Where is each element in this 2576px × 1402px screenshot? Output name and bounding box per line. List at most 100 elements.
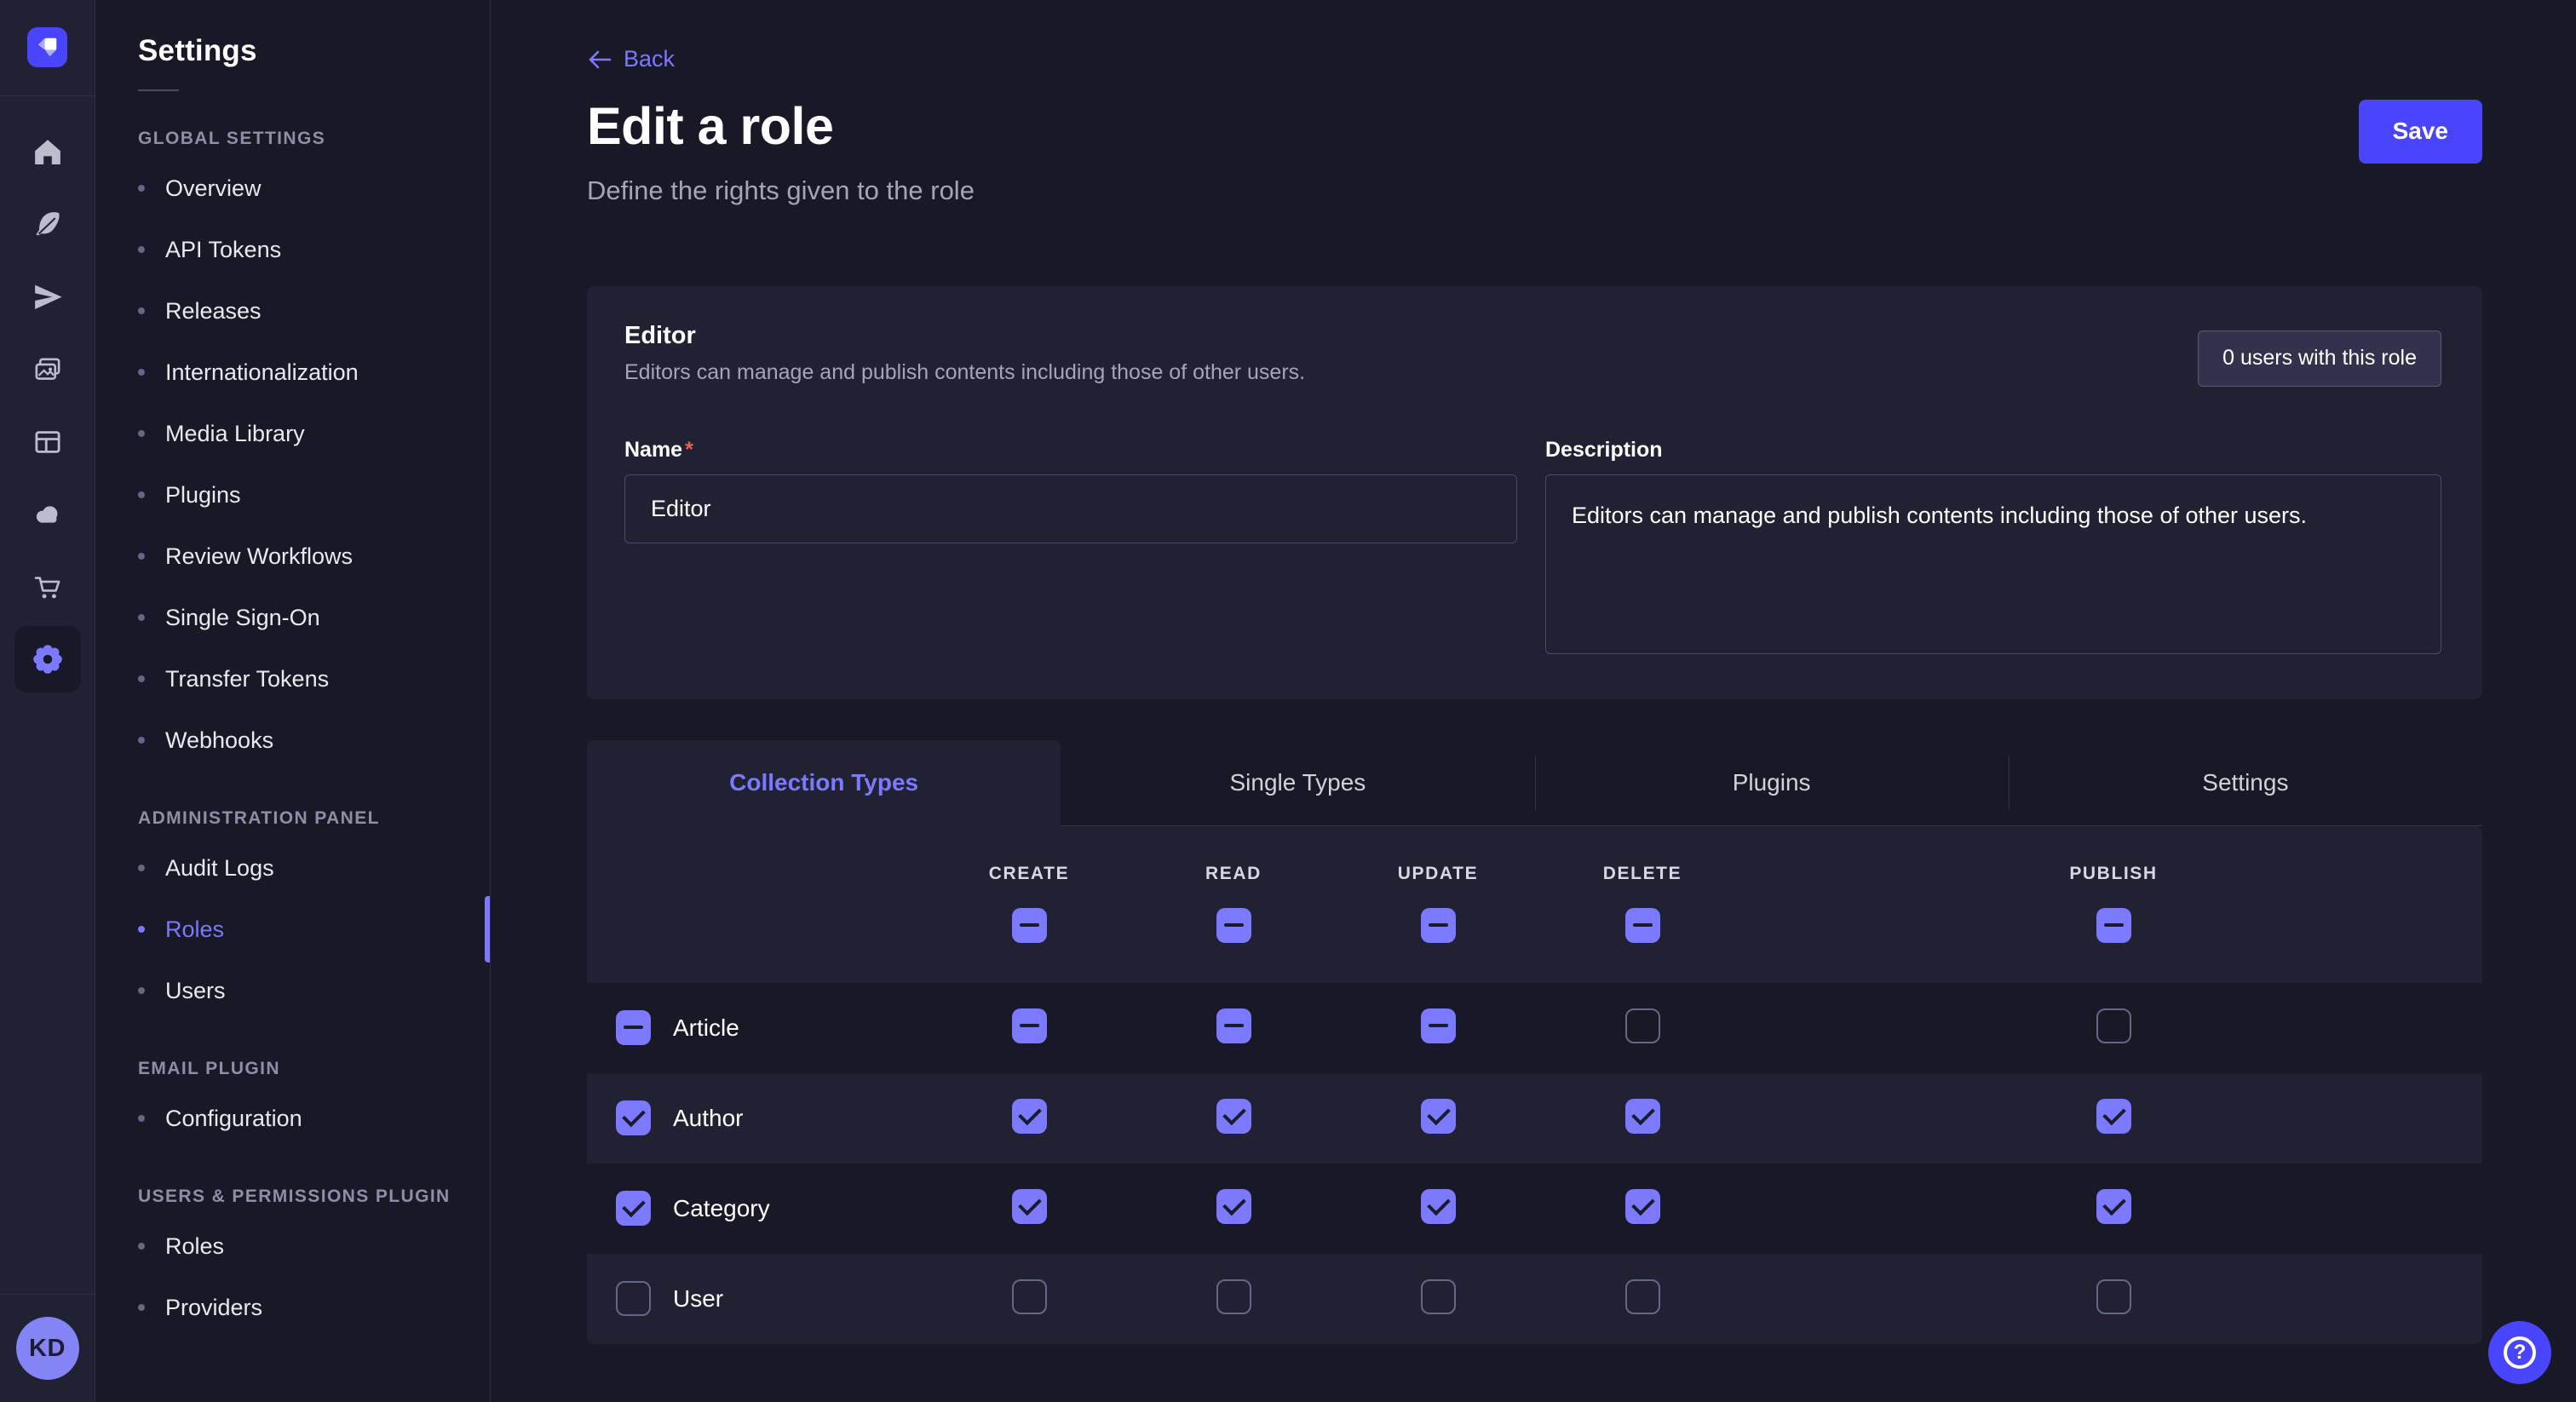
section-label-administration-panel: ADMINISTRATION PANEL bbox=[138, 808, 490, 829]
rail-item-content[interactable] bbox=[27, 204, 68, 245]
category-publish-checkbox[interactable] bbox=[2096, 1189, 2131, 1224]
bullet-icon bbox=[138, 737, 145, 744]
author-publish-checkbox[interactable] bbox=[2096, 1099, 2131, 1134]
select-all-create-checkbox[interactable] bbox=[1012, 908, 1047, 943]
article-publish-checkbox[interactable] bbox=[2096, 1008, 2131, 1043]
rail-item-release[interactable] bbox=[27, 277, 68, 318]
icon-rail: KD bbox=[0, 0, 95, 1402]
rail-item-settings[interactable] bbox=[14, 626, 81, 692]
permission-row-author: Author bbox=[587, 1073, 2482, 1164]
strapi-logo[interactable] bbox=[27, 27, 67, 67]
settings-sidebar: Settings GLOBAL SETTINGS Overview API To… bbox=[95, 0, 491, 1402]
title-underline bbox=[138, 89, 179, 91]
bullet-icon bbox=[138, 675, 145, 682]
sidebar-item-up-providers[interactable]: Providers bbox=[138, 1277, 490, 1338]
sidebar-item-review-workflows[interactable]: Review Workflows bbox=[138, 526, 490, 587]
row-checkbox-article[interactable] bbox=[616, 1010, 651, 1045]
sidebar-item-admin-users[interactable]: Users bbox=[138, 960, 490, 1021]
select-all-update-checkbox[interactable] bbox=[1421, 908, 1456, 943]
section-label-global-settings: GLOBAL SETTINGS bbox=[138, 129, 490, 149]
name-input[interactable] bbox=[624, 474, 1517, 543]
description-textarea[interactable]: Editors can manage and publish contents … bbox=[1545, 474, 2441, 654]
sidebar-item-plugins[interactable]: Plugins bbox=[138, 464, 490, 526]
category-read-checkbox[interactable] bbox=[1216, 1189, 1251, 1224]
section-label-users-permissions-plugin: USERS & PERMISSIONS PLUGIN bbox=[138, 1187, 490, 1207]
article-delete-checkbox[interactable] bbox=[1625, 1008, 1660, 1043]
user-read-checkbox[interactable] bbox=[1216, 1279, 1251, 1314]
rail-item-marketplace[interactable] bbox=[27, 566, 68, 607]
author-delete-checkbox[interactable] bbox=[1625, 1099, 1660, 1134]
name-field-label: Name* bbox=[624, 438, 1517, 463]
role-name-heading: Editor bbox=[624, 322, 1305, 350]
active-item-indicator bbox=[485, 896, 490, 962]
strapi-logo-icon bbox=[27, 27, 67, 67]
cart-icon bbox=[30, 569, 66, 605]
category-delete-checkbox[interactable] bbox=[1625, 1189, 1660, 1224]
paper-plane-icon bbox=[30, 279, 66, 315]
sidebar-item-transfer-tokens[interactable]: Transfer Tokens bbox=[138, 648, 490, 710]
bullet-icon bbox=[138, 553, 145, 560]
rail-item-content-type-builder[interactable] bbox=[27, 422, 68, 463]
select-all-publish-checkbox[interactable] bbox=[2096, 908, 2131, 943]
bullet-icon bbox=[138, 369, 145, 376]
user-create-checkbox[interactable] bbox=[1012, 1279, 1047, 1314]
avatar[interactable]: KD bbox=[16, 1317, 79, 1380]
bullet-icon bbox=[138, 865, 145, 871]
tab-collection-types[interactable]: Collection Types bbox=[587, 740, 1061, 826]
sidebar-item-webhooks[interactable]: Webhooks bbox=[138, 710, 490, 771]
sidebar-item-internationalization[interactable]: Internationalization bbox=[138, 342, 490, 403]
user-update-checkbox[interactable] bbox=[1421, 1279, 1456, 1314]
user-delete-checkbox[interactable] bbox=[1625, 1279, 1660, 1314]
help-button[interactable]: ? bbox=[2488, 1321, 2551, 1384]
author-create-checkbox[interactable] bbox=[1012, 1099, 1047, 1134]
bullet-icon bbox=[138, 430, 145, 437]
permission-row-category: Category bbox=[587, 1164, 2482, 1254]
permissions-table-header: CREATE READ UPDATE DELETE PUBLISH bbox=[587, 826, 2482, 983]
rail-item-deploy[interactable] bbox=[27, 494, 68, 535]
page-subtitle: Define the rights given to the role bbox=[587, 175, 2482, 206]
sidebar-item-media-library[interactable]: Media Library bbox=[138, 403, 490, 464]
back-link[interactable]: Back bbox=[587, 46, 675, 72]
media-library-icon bbox=[30, 352, 66, 388]
article-create-checkbox[interactable] bbox=[1012, 1008, 1047, 1043]
article-read-checkbox[interactable] bbox=[1216, 1008, 1251, 1043]
sidebar-item-api-tokens[interactable]: API Tokens bbox=[138, 219, 490, 280]
save-button[interactable]: Save bbox=[2359, 100, 2482, 164]
sidebar-item-email-configuration[interactable]: Configuration bbox=[138, 1088, 490, 1149]
column-header-publish: PUBLISH bbox=[2069, 864, 2157, 884]
user-publish-checkbox[interactable] bbox=[2096, 1279, 2131, 1314]
home-icon bbox=[30, 135, 66, 170]
sidebar-item-releases[interactable]: Releases bbox=[138, 280, 490, 342]
rail-divider bbox=[0, 95, 95, 96]
select-all-delete-checkbox[interactable] bbox=[1625, 908, 1660, 943]
bullet-icon bbox=[138, 1243, 145, 1250]
category-create-checkbox[interactable] bbox=[1012, 1189, 1047, 1224]
sidebar-item-up-roles[interactable]: Roles bbox=[138, 1215, 490, 1277]
tab-plugins[interactable]: Plugins bbox=[1535, 740, 2009, 826]
permissions-section: Collection Types Single Types Plugins Se… bbox=[587, 740, 2482, 1344]
tab-settings[interactable]: Settings bbox=[2009, 740, 2482, 826]
author-read-checkbox[interactable] bbox=[1216, 1099, 1251, 1134]
sidebar-item-single-sign-on[interactable]: Single Sign-On bbox=[138, 587, 490, 648]
row-checkbox-user[interactable] bbox=[616, 1281, 651, 1316]
article-update-checkbox[interactable] bbox=[1421, 1008, 1456, 1043]
column-header-delete: DELETE bbox=[1603, 864, 1682, 884]
bullet-icon bbox=[138, 1115, 145, 1122]
sidebar-item-admin-roles[interactable]: Roles bbox=[138, 899, 490, 960]
row-checkbox-author[interactable] bbox=[616, 1100, 651, 1135]
role-details-card: Editor Editors can manage and publish co… bbox=[587, 286, 2482, 699]
rail-item-home[interactable] bbox=[27, 132, 68, 173]
rail-item-media[interactable] bbox=[27, 349, 68, 390]
sidebar-item-overview[interactable]: Overview bbox=[138, 158, 490, 219]
row-checkbox-category[interactable] bbox=[616, 1191, 651, 1226]
author-update-checkbox[interactable] bbox=[1421, 1099, 1456, 1134]
users-with-role-button[interactable]: 0 users with this role bbox=[2198, 330, 2441, 387]
arrow-left-icon bbox=[587, 48, 612, 72]
tab-single-types[interactable]: Single Types bbox=[1061, 740, 1534, 826]
category-update-checkbox[interactable] bbox=[1421, 1189, 1456, 1224]
select-all-read-checkbox[interactable] bbox=[1216, 908, 1251, 943]
bullet-icon bbox=[138, 987, 145, 994]
sidebar-item-audit-logs[interactable]: Audit Logs bbox=[138, 837, 490, 899]
permissions-tabbar: Collection Types Single Types Plugins Se… bbox=[587, 740, 2482, 826]
bullet-icon bbox=[138, 185, 145, 192]
